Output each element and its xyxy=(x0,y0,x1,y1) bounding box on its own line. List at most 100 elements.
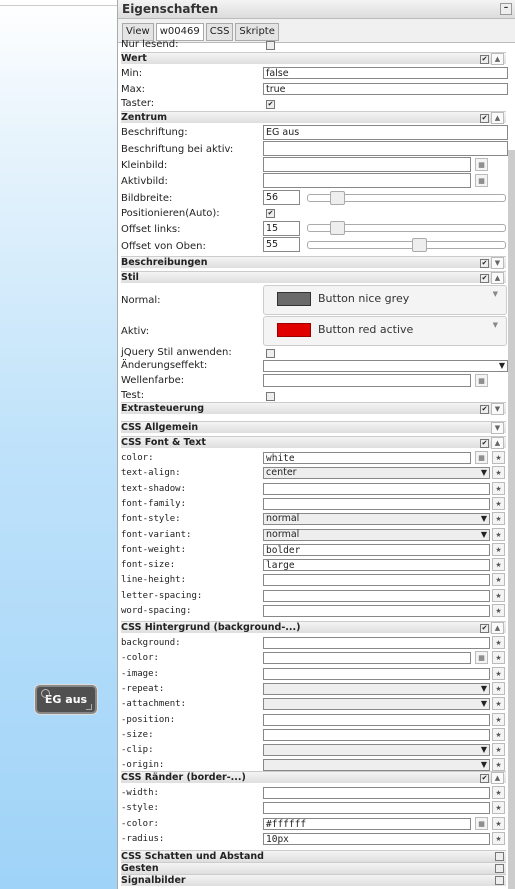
color-picker-icon[interactable]: ▦ xyxy=(475,816,488,830)
star-icon[interactable]: ★ xyxy=(492,743,505,757)
section-extrasteuerung[interactable]: Extrasteuerung ✔ ▼ xyxy=(121,402,506,415)
section-enabled-checkbox[interactable] xyxy=(495,876,504,885)
css-prop-input[interactable]: bolder xyxy=(263,543,490,556)
minimize-icon[interactable]: – xyxy=(500,3,512,15)
star-icon[interactable]: ★ xyxy=(492,758,505,772)
section-css-raender[interactable]: CSS Ränder (border-...) ✔ ▲ xyxy=(121,771,506,784)
star-icon[interactable]: ★ xyxy=(492,816,505,830)
bildbreite-input[interactable]: 56 xyxy=(263,190,300,205)
star-icon[interactable]: ★ xyxy=(492,527,505,541)
slider-thumb[interactable] xyxy=(330,221,345,235)
test-checkbox[interactable] xyxy=(266,392,275,401)
max-input[interactable]: true xyxy=(263,83,508,95)
section-enabled-checkbox[interactable]: ✔ xyxy=(480,114,489,123)
section-css-hintergrund[interactable]: CSS Hintergrund (background-...) ✔ ▲ xyxy=(121,621,506,634)
file-browse-icon[interactable]: ▦ xyxy=(475,158,488,171)
section-signalbilder[interactable]: Signalbilder xyxy=(121,874,506,886)
collapse-icon[interactable]: ▲ xyxy=(491,622,504,634)
section-wert[interactable]: Wert ✔ ▲ xyxy=(121,52,506,65)
star-icon[interactable]: ★ xyxy=(492,697,505,711)
section-enabled-checkbox[interactable]: ✔ xyxy=(480,405,489,414)
css-prop-input[interactable]: 10px xyxy=(263,832,490,845)
star-icon[interactable]: ★ xyxy=(492,451,505,464)
section-beschreibungen[interactable]: Beschreibungen ✔ ▼ xyxy=(121,256,506,269)
normal-style-select[interactable]: Button nice grey ▼ xyxy=(263,285,507,315)
section-enabled-checkbox[interactable]: ✔ xyxy=(480,55,489,64)
css-prop-input[interactable] xyxy=(263,497,490,510)
section-css-schatten[interactable]: CSS Schatten und Abstand xyxy=(121,850,506,862)
star-icon[interactable]: ★ xyxy=(492,651,505,665)
css-prop-input[interactable] xyxy=(263,605,490,617)
css-prop-select[interactable]: center ▼ xyxy=(263,467,490,480)
slider-thumb[interactable] xyxy=(412,238,427,252)
collapse-icon[interactable]: ▲ xyxy=(491,112,504,124)
bildbreite-slider[interactable] xyxy=(307,191,506,205)
section-enabled-checkbox[interactable]: ✔ xyxy=(480,274,489,283)
jquery-checkbox[interactable] xyxy=(266,349,275,358)
section-enabled-checkbox[interactable]: ✔ xyxy=(480,774,489,783)
section-enabled-checkbox[interactable]: ✔ xyxy=(480,439,489,448)
tab-skripte[interactable]: Skripte xyxy=(235,23,279,41)
section-zentrum[interactable]: Zentrum ✔ ▲ xyxy=(121,111,506,124)
edit-canvas[interactable]: EG aus xyxy=(0,0,117,889)
css-prop-input[interactable]: #ffffff xyxy=(263,817,471,830)
offset-oben-slider[interactable] xyxy=(307,238,506,252)
taster-checkbox[interactable]: ✔ xyxy=(266,100,275,109)
star-icon[interactable]: ★ xyxy=(492,466,505,480)
star-icon[interactable]: ★ xyxy=(492,604,505,617)
canvas-widget-button[interactable]: EG aus xyxy=(35,685,97,714)
aenderung-select[interactable]: ▼ xyxy=(263,360,508,372)
collapse-icon[interactable]: ▲ xyxy=(491,437,504,449)
nur-lesend-checkbox[interactable] xyxy=(266,41,275,50)
star-icon[interactable]: ★ xyxy=(492,727,505,741)
star-icon[interactable]: ★ xyxy=(492,496,505,510)
star-icon[interactable]: ★ xyxy=(492,666,505,680)
color-picker-icon[interactable]: ▦ xyxy=(475,451,488,464)
star-icon[interactable]: ★ xyxy=(492,712,505,726)
offset-links-input[interactable]: 15 xyxy=(263,221,300,236)
collapse-icon[interactable]: ▲ xyxy=(491,53,504,65)
css-prop-select[interactable]: ▼ xyxy=(263,759,490,772)
beschriftung-input[interactable]: EG aus xyxy=(263,125,508,140)
css-prop-input[interactable] xyxy=(263,482,490,495)
section-enabled-checkbox[interactable] xyxy=(495,852,504,861)
panel-scrollbar[interactable] xyxy=(508,150,515,889)
offset-oben-input[interactable]: 55 xyxy=(263,237,300,252)
section-stil[interactable]: Stil ✔ ▲ xyxy=(121,271,506,284)
css-prop-select[interactable]: normal ▼ xyxy=(263,513,490,526)
kleinbild-input[interactable] xyxy=(263,157,471,172)
aktiv-style-select[interactable]: Button red active ▼ xyxy=(263,316,507,346)
positionieren-checkbox[interactable]: ✔ xyxy=(266,209,275,218)
css-prop-input[interactable] xyxy=(263,667,490,680)
aktivbild-input[interactable] xyxy=(263,173,471,188)
star-icon[interactable]: ★ xyxy=(492,681,505,695)
section-gesten[interactable]: Gesten xyxy=(121,862,506,874)
star-icon[interactable]: ★ xyxy=(492,786,505,799)
star-icon[interactable]: ★ xyxy=(492,801,505,815)
css-prop-input[interactable] xyxy=(263,713,490,726)
css-prop-input[interactable] xyxy=(263,787,490,799)
section-css-allgemein[interactable]: CSS Allgemein ▼ xyxy=(121,421,506,434)
css-prop-input[interactable] xyxy=(263,574,490,587)
color-picker-icon[interactable]: ▦ xyxy=(475,374,488,387)
css-prop-input[interactable]: large xyxy=(263,559,490,572)
section-css-font[interactable]: CSS Font & Text ✔ ▲ xyxy=(121,436,506,449)
collapse-icon[interactable]: ▲ xyxy=(491,772,504,784)
section-enabled-checkbox[interactable] xyxy=(495,864,504,873)
css-prop-input[interactable]: white xyxy=(263,452,471,464)
star-icon[interactable]: ★ xyxy=(492,588,505,602)
star-icon[interactable]: ★ xyxy=(492,831,505,845)
expand-icon[interactable]: ▼ xyxy=(491,422,504,434)
wellenfarbe-input[interactable] xyxy=(263,374,471,387)
css-prop-input[interactable] xyxy=(263,728,490,741)
css-prop-input[interactable] xyxy=(263,652,471,665)
star-icon[interactable]: ★ xyxy=(492,481,505,495)
color-picker-icon[interactable]: ▦ xyxy=(475,651,488,665)
star-icon[interactable]: ★ xyxy=(492,573,505,587)
css-prop-input[interactable] xyxy=(263,637,490,649)
file-browse-icon[interactable]: ▦ xyxy=(475,174,488,187)
expand-icon[interactable]: ▼ xyxy=(491,257,504,269)
css-prop-input[interactable] xyxy=(263,589,490,602)
css-prop-select[interactable]: ▼ xyxy=(263,744,490,757)
beschriftung-aktiv-input[interactable] xyxy=(263,141,508,156)
